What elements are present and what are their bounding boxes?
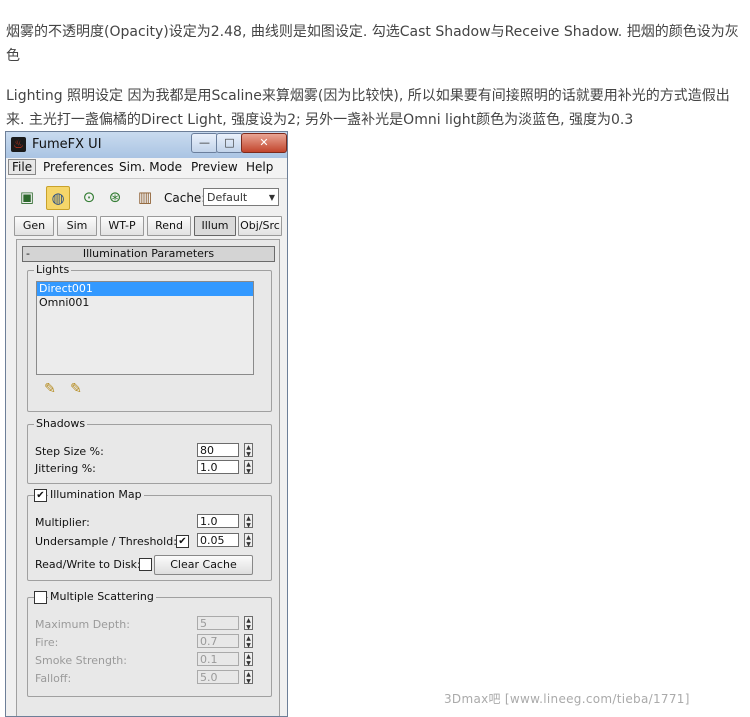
fumefx-window: ♨ FumeFX UI — □ ✕ File Preferences Sim. … <box>5 131 288 717</box>
menu-preferences[interactable]: Preferences <box>43 160 114 174</box>
illumination-map-label: Illumination Map <box>48 488 144 501</box>
lights-label: Lights <box>34 263 72 276</box>
max-depth-input[interactable]: 5 <box>197 616 239 630</box>
undersample-checkbox[interactable]: ✔ <box>176 535 189 548</box>
maximize-button[interactable]: □ <box>216 133 243 153</box>
shadows-group: Shadows Step Size %: 80 ▲ ▼ Jittering %: … <box>27 417 272 484</box>
rollout-title: Illumination Parameters <box>82 247 215 260</box>
close-button[interactable]: ✕ <box>241 133 287 153</box>
multiplier-input[interactable]: 1.0 <box>197 514 239 528</box>
threshold-input[interactable]: 0.05 <box>197 533 239 547</box>
step-size-label: Step Size %: <box>35 445 104 458</box>
clear-cache-button[interactable]: Clear Cache <box>154 555 253 575</box>
list-item[interactable]: Omni001 <box>37 296 253 310</box>
smoke-strength-spinner[interactable]: ▲ ▼ <box>244 652 253 667</box>
illumination-map-group: ✔ Illumination Map Multiplier: 1.0 ▲ ▼ Un… <box>27 488 272 581</box>
tab-wt-p[interactable]: WT-P <box>100 216 144 236</box>
add-light-icon[interactable]: ✎ <box>40 381 60 399</box>
fire-label: Fire: <box>35 636 59 649</box>
step-size-spinner[interactable]: ▲ ▼ <box>244 443 253 458</box>
options-icon[interactable]: ◍ <box>46 186 70 210</box>
tab-sim[interactable]: Sim <box>57 216 97 236</box>
lights-list[interactable]: Direct001 Omni001 <box>36 281 254 375</box>
smoke-strength-label: Smoke Strength: <box>35 654 127 667</box>
jittering-spinner[interactable]: ▲ ▼ <box>244 460 253 475</box>
illumination-panel: - Illumination Parameters Lights Direct0… <box>16 239 280 716</box>
watermark: 3Dmax吧 [www.lineeg.com/tieba/1771] <box>444 692 690 706</box>
cache-dropdown-value: Default <box>207 191 248 204</box>
cache-label: Cache: <box>164 191 206 205</box>
tab-obj-src[interactable]: Obj/Src <box>238 216 282 236</box>
shadows-label: Shadows <box>34 417 88 430</box>
undersample-label: Undersample / Threshold: <box>35 535 177 548</box>
menu-bar: File Preferences Sim. Mode Preview Help <box>6 158 287 179</box>
fire-input[interactable]: 0.7 <box>197 634 239 648</box>
toolbar: ▣ ◍ ⊙ ⊛ ▥ Cache: Default ▼ <box>6 181 287 215</box>
multiplier-label: Multiplier: <box>35 516 90 529</box>
collapse-icon: - <box>26 247 30 260</box>
rollout-header[interactable]: - Illumination Parameters <box>22 246 275 262</box>
chevron-down-icon: ▼ <box>268 193 275 202</box>
smoke-strength-input[interactable]: 0.1 <box>197 652 239 666</box>
tab-gen[interactable]: Gen <box>14 216 54 236</box>
menu-file[interactable]: File <box>8 159 37 175</box>
max-depth-label: Maximum Depth: <box>35 618 130 631</box>
lights-group: Lights Direct001 Omni001 ✎ ✎ <box>27 263 272 412</box>
window-title: FumeFX UI <box>32 137 102 152</box>
max-depth-spinner[interactable]: ▲ ▼ <box>244 616 253 631</box>
jittering-label: Jittering %: <box>35 462 96 475</box>
menu-help[interactable]: Help <box>246 160 273 174</box>
article-paragraph-lighting: Lighting 照明设定 因为我都是用Scaline来算烟雾(因为比较快), … <box>6 88 730 128</box>
render-picture-icon[interactable]: ▣ <box>16 186 38 208</box>
fire-icon: ♨ <box>11 137 26 152</box>
falloff-spinner[interactable]: ▲ ▼ <box>244 670 253 685</box>
minimize-button[interactable]: — <box>191 133 218 153</box>
cache-books-icon[interactable]: ▥ <box>134 186 156 208</box>
tab-rend[interactable]: Rend <box>147 216 191 236</box>
falloff-label: Falloff: <box>35 672 72 685</box>
menu-sim-mode[interactable]: Sim. Mode <box>119 160 182 174</box>
article-paragraph-opacity: 烟雾的不透明度(Opacity)设定为2.48, 曲线则是如图设定. 勾选Cas… <box>6 24 739 64</box>
cache-dropdown[interactable]: Default ▼ <box>203 188 279 206</box>
fire-spinner[interactable]: ▲ ▼ <box>244 634 253 649</box>
continue-icon[interactable]: ⊛ <box>104 186 126 208</box>
play-icon[interactable]: ⊙ <box>78 186 100 208</box>
multiple-scattering-checkbox[interactable] <box>34 591 47 604</box>
multiple-scattering-label: Multiple Scattering <box>48 590 156 603</box>
read-write-label: Read/Write to Disk: <box>35 558 141 571</box>
read-write-checkbox[interactable] <box>139 558 152 571</box>
jittering-input[interactable]: 1.0 <box>197 460 239 474</box>
threshold-spinner[interactable]: ▲ ▼ <box>244 533 253 548</box>
remove-light-icon[interactable]: ✎ <box>66 381 86 399</box>
illumination-map-checkbox[interactable]: ✔ <box>34 489 47 502</box>
step-size-input[interactable]: 80 <box>197 443 239 457</box>
list-item[interactable]: Direct001 <box>37 282 253 296</box>
menu-preview[interactable]: Preview <box>191 160 238 174</box>
multiplier-spinner[interactable]: ▲ ▼ <box>244 514 253 529</box>
title-bar[interactable]: ♨ FumeFX UI — □ ✕ <box>6 132 287 159</box>
multiple-scattering-group: Multiple Scattering Maximum Depth: 5 ▲ ▼ … <box>27 590 272 697</box>
tab-illum[interactable]: Illum <box>194 216 236 236</box>
falloff-input[interactable]: 5.0 <box>197 670 239 684</box>
